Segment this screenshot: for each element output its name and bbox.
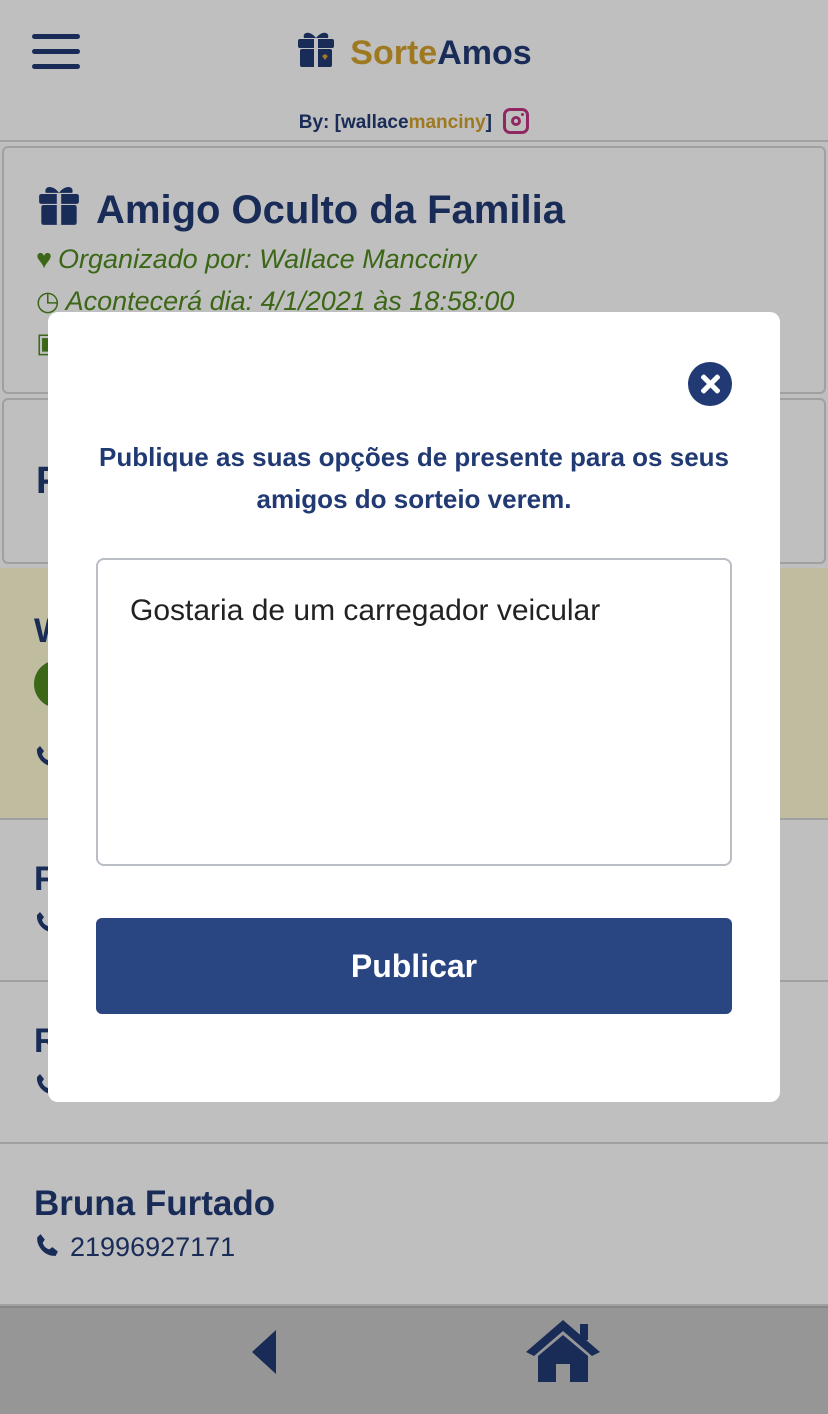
publish-button[interactable]: Publicar: [96, 918, 732, 1014]
gift-options-textarea[interactable]: Gostaria de um carregador veicular: [96, 558, 732, 866]
close-icon[interactable]: [688, 362, 732, 406]
publish-gift-modal: Publique as suas opções de presente para…: [48, 312, 780, 1102]
modal-message: Publique as suas opções de presente para…: [98, 442, 730, 514]
